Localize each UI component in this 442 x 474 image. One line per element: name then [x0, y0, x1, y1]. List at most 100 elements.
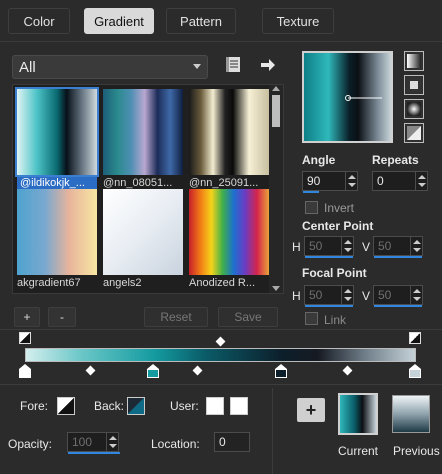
focal-h-field[interactable]: 50: [304, 285, 354, 307]
opacity-spinner[interactable]: [106, 433, 118, 451]
repeats-value: 0: [377, 174, 384, 188]
radial-style-icon[interactable]: [404, 123, 424, 143]
color-midpoint[interactable]: [342, 365, 353, 376]
angle-value: 90: [307, 174, 321, 188]
color-midpoint[interactable]: [192, 365, 203, 376]
invert-label: Invert: [324, 201, 355, 215]
color-stop[interactable]: [275, 364, 287, 378]
link-checkbox[interactable]: [305, 312, 318, 325]
focal-v-spinner[interactable]: [410, 286, 422, 304]
fore-label: Fore:: [20, 399, 49, 413]
back-label: Back:: [94, 399, 125, 413]
arrow-right-icon[interactable]: [260, 58, 276, 72]
center-point-label: Center Point: [302, 219, 374, 233]
gradient-swatch: [189, 189, 269, 275]
chevron-down-icon: [193, 64, 201, 69]
gradient-swatch: [17, 189, 97, 275]
user-swatch-1[interactable]: [206, 397, 224, 415]
opacity-field[interactable]: 100: [67, 432, 120, 454]
center-v-field[interactable]: 50: [373, 236, 423, 258]
library-icon[interactable]: [226, 56, 242, 74]
editor-divider: [0, 329, 442, 330]
tab-texture[interactable]: Texture: [262, 8, 334, 34]
linear-style-icon[interactable]: [404, 51, 424, 71]
previous-label: Previous: [393, 444, 440, 458]
add-icon[interactable]: +: [297, 398, 325, 422]
footer-separator: [272, 388, 273, 474]
gradient-preview[interactable]: [302, 51, 393, 143]
current-gradient-swatch[interactable]: [338, 393, 378, 435]
focal-v-field[interactable]: 50: [373, 285, 423, 307]
center-v-value: 50: [378, 239, 392, 253]
angle-field[interactable]: 90: [302, 171, 358, 193]
reset-button[interactable]: Reset: [144, 307, 208, 327]
library-item[interactable]: Anodized R...: [189, 189, 269, 291]
color-stop[interactable]: [409, 364, 421, 378]
current-label: Current: [338, 444, 379, 458]
add-gradient-button[interactable]: +: [14, 307, 40, 327]
tab-gradient[interactable]: Gradient: [84, 8, 154, 34]
focal-h-slider-fill: [305, 305, 353, 307]
library-scrollbar[interactable]: [269, 85, 283, 293]
library-item-label: Anodized R...: [189, 277, 256, 289]
save-button[interactable]: Save: [218, 307, 278, 327]
library-filter-dropdown[interactable]: All: [12, 55, 208, 79]
opacity-midpoint[interactable]: [215, 336, 226, 347]
library-item[interactable]: akgradient67: [17, 189, 97, 291]
back-swatch[interactable]: [127, 397, 145, 415]
scroll-up-icon[interactable]: [272, 86, 280, 91]
repeats-spinner[interactable]: [415, 172, 427, 190]
gradient-swatch: [15, 87, 99, 177]
library-item-label: akgradient67: [17, 277, 81, 289]
focal-h-value: 50: [309, 288, 323, 302]
center-v-slider-fill: [374, 256, 422, 258]
repeats-field[interactable]: 0: [372, 171, 428, 191]
rectangular-style-icon[interactable]: [404, 75, 424, 95]
location-value: 0: [219, 435, 226, 449]
focal-h-label: H: [292, 289, 301, 303]
tab-pattern[interactable]: Pattern: [166, 8, 236, 34]
focal-v-label: V: [362, 289, 371, 303]
angle-spinner[interactable]: [345, 172, 357, 190]
location-field[interactable]: 0: [214, 432, 250, 452]
add-icon-glyph: +: [305, 399, 317, 420]
user-swatch-2[interactable]: [230, 397, 248, 415]
center-h-spinner[interactable]: [341, 237, 353, 255]
angle-handle-icon[interactable]: [344, 93, 384, 103]
center-h-value: 50: [309, 239, 323, 253]
center-v-spinner[interactable]: [410, 237, 422, 255]
tab-color[interactable]: Color: [8, 8, 70, 34]
footer-divider: [0, 384, 442, 385]
angle-label: Angle: [302, 153, 336, 167]
gradient-editor-bar[interactable]: [25, 348, 416, 362]
center-h-label: H: [292, 240, 301, 254]
focal-point-label: Focal Point: [302, 266, 367, 280]
previous-gradient-swatch[interactable]: [392, 395, 430, 433]
focal-v-slider-fill: [374, 305, 422, 307]
library-item[interactable]: @nn_08051...: [103, 89, 183, 191]
sunburst-style-icon[interactable]: [404, 99, 424, 119]
repeats-label: Repeats: [372, 153, 419, 167]
scroll-down-icon[interactable]: [272, 286, 280, 291]
center-h-field[interactable]: 50: [304, 236, 354, 258]
gradient-swatch: [103, 89, 183, 175]
library-item[interactable]: @ildikokjk_...: [15, 87, 99, 191]
library-item[interactable]: @nn_25091...: [189, 89, 269, 191]
opacity-stop-right[interactable]: [409, 332, 421, 344]
color-stop[interactable]: [147, 364, 159, 378]
color-midpoint[interactable]: [85, 365, 96, 376]
link-label: Link: [324, 313, 347, 327]
library-item-label: angels2: [103, 277, 142, 289]
color-stop[interactable]: [19, 364, 31, 378]
library-item[interactable]: angels2: [103, 189, 183, 291]
focal-v-value: 50: [378, 288, 392, 302]
remove-gradient-button[interactable]: -: [48, 307, 76, 327]
focal-h-spinner[interactable]: [341, 286, 353, 304]
invert-checkbox[interactable]: [305, 201, 318, 214]
fore-swatch[interactable]: [57, 397, 75, 415]
scroll-thumb[interactable]: [272, 95, 280, 127]
angle-slider-fill: [303, 191, 319, 193]
gradient-swatch: [189, 89, 269, 175]
opacity-stop-left[interactable]: [19, 332, 31, 344]
location-label: Location:: [151, 437, 200, 451]
